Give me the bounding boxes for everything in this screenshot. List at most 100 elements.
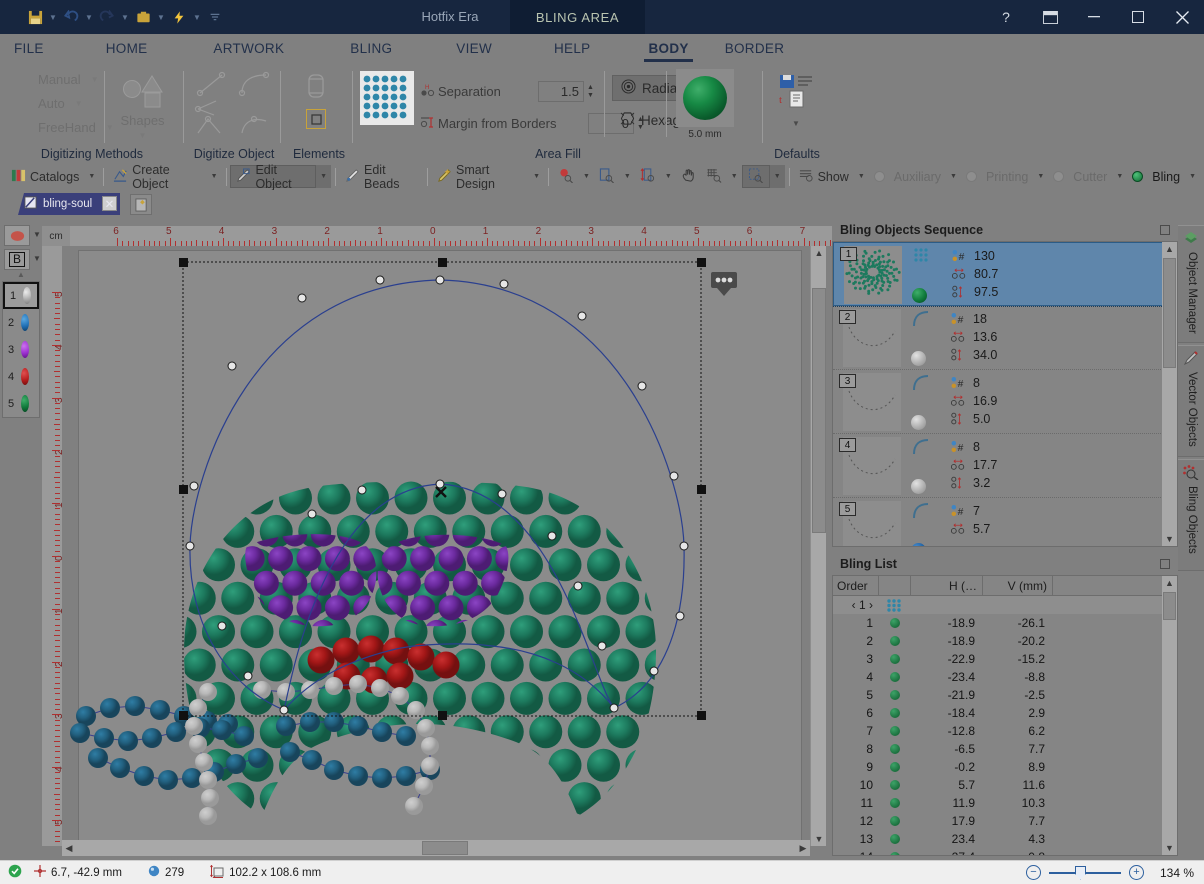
- path-node[interactable]: [297, 293, 307, 303]
- zoom-selection-caret-icon[interactable]: ▼: [769, 165, 785, 188]
- toolbar-pan[interactable]: [676, 165, 701, 188]
- toolbar-zoom-height[interactable]: [635, 165, 661, 188]
- bl-scroll-down-icon[interactable]: ▼: [1162, 841, 1177, 855]
- bead-row-5[interactable]: 5: [3, 390, 39, 417]
- path-node[interactable]: [217, 621, 227, 631]
- cutter-caret-icon[interactable]: ▼: [1112, 173, 1127, 180]
- column-v[interactable]: V (mm): [983, 576, 1053, 596]
- horizontal-scroll-thumb[interactable]: [422, 841, 468, 855]
- shapes-caret-icon[interactable]: ▼: [105, 131, 180, 140]
- show-caret-icon[interactable]: ▼: [854, 173, 869, 180]
- bling-list-scrollbar[interactable]: ▲ ▼: [1162, 576, 1177, 855]
- scroll-left-arrow-icon[interactable]: ◀: [62, 840, 76, 856]
- palette-scroll-up-icon[interactable]: ▲: [4, 270, 38, 280]
- defaults-caret-icon[interactable]: ▼: [792, 119, 800, 128]
- bling-objects-sequence-body[interactable]: 1 #130 80.7 97.5 2 #18 13.6 34.0 3 #8 16.9 5.0 4 #8 17…: [832, 241, 1178, 547]
- bead-row-3[interactable]: 3: [3, 336, 39, 363]
- redo-dropdown-caret[interactable]: ▼: [118, 5, 132, 29]
- save-icon[interactable]: [24, 5, 46, 29]
- bling-list-row[interactable]: 3 -22.9 -15.2: [833, 650, 1177, 668]
- tab-artwork[interactable]: ARTWORK: [197, 34, 300, 63]
- filter-bling[interactable]: Bling: [1127, 165, 1185, 188]
- column-bead[interactable]: [879, 576, 911, 596]
- path-node[interactable]: [357, 485, 367, 495]
- save-dropdown-caret[interactable]: ▼: [46, 5, 60, 29]
- bead-row-2[interactable]: 2: [3, 309, 39, 336]
- bead-preview-button[interactable]: [676, 69, 734, 127]
- toolbar-zoom-grid[interactable]: [701, 165, 727, 188]
- new-document-tab[interactable]: [130, 194, 152, 215]
- column-h[interactable]: H (…: [911, 576, 983, 596]
- scroll-up-arrow-icon[interactable]: ▲: [811, 246, 827, 260]
- bos-scroll-down-icon[interactable]: ▼: [1162, 532, 1177, 546]
- bling-list-row[interactable]: 6 -18.4 2.9: [833, 704, 1177, 722]
- undo-dropdown-caret[interactable]: ▼: [82, 5, 96, 29]
- path-node[interactable]: [243, 671, 253, 681]
- bos-scroll-thumb[interactable]: [1163, 258, 1176, 368]
- toolbar-catalogs[interactable]: Catalogs: [6, 165, 84, 188]
- path-node[interactable]: [499, 279, 509, 289]
- path-node[interactable]: [637, 381, 647, 391]
- path-node[interactable]: [279, 705, 289, 715]
- undo-icon[interactable]: [60, 5, 82, 29]
- bl-scroll-up-icon[interactable]: ▲: [1162, 576, 1177, 590]
- path-node[interactable]: [609, 703, 619, 713]
- manual-caret-icon[interactable]: ▼: [91, 75, 99, 84]
- zoom-page-caret-icon[interactable]: ▼: [620, 173, 635, 180]
- bos-scrollbar[interactable]: ▲ ▼: [1162, 242, 1177, 546]
- bling-list-row[interactable]: 4 -23.4 -8.8: [833, 668, 1177, 686]
- vertical-scroll-thumb[interactable]: [812, 288, 826, 533]
- auxiliary-caret-icon[interactable]: ▼: [946, 173, 961, 180]
- bling-list-row[interactable]: 2 -18.9 -20.2: [833, 632, 1177, 650]
- bling-list-row[interactable]: 1 -18.9 -26.1: [833, 614, 1177, 632]
- path-node[interactable]: [375, 275, 385, 285]
- customize-qat-icon[interactable]: [204, 5, 226, 29]
- bling-list-group-row[interactable]: ‹ 1 ›: [833, 596, 1177, 614]
- path-node[interactable]: [573, 581, 583, 591]
- scroll-down-arrow-icon[interactable]: ▼: [811, 832, 827, 846]
- digitize-object-icons[interactable]: [192, 71, 278, 142]
- bead-letter-button[interactable]: B: [4, 249, 30, 270]
- digitize-manual-button[interactable]: Manual ▼: [16, 71, 99, 87]
- toolbar-smart-design[interactable]: Smart Design: [432, 163, 529, 191]
- defaults-save-icon[interactable]: t: [778, 73, 818, 116]
- toolbar-edit-object[interactable]: Edit Object: [230, 163, 317, 191]
- bling-list-row[interactable]: 5 -21.9 -2.5: [833, 686, 1177, 704]
- path-node[interactable]: [679, 541, 689, 551]
- catalogs-caret-icon[interactable]: ▼: [84, 173, 99, 180]
- bling-list-row[interactable]: 10 5.7 11.6: [833, 776, 1177, 794]
- path-node[interactable]: [227, 361, 237, 371]
- bling-list-row[interactable]: 13 23.4 4.3: [833, 830, 1177, 848]
- separation-spinner[interactable]: ▲ ▼: [584, 81, 597, 102]
- path-node[interactable]: [669, 471, 679, 481]
- tab-bling[interactable]: BLING: [334, 34, 408, 63]
- printing-caret-icon[interactable]: ▼: [1033, 173, 1048, 180]
- path-node[interactable]: [435, 275, 445, 285]
- vertical-tab-object-manager[interactable]: Object Manager: [1178, 225, 1204, 343]
- path-node[interactable]: [675, 611, 685, 621]
- filter-auxiliary[interactable]: Auxiliary: [869, 165, 946, 188]
- bling-list-rows[interactable]: 1 -18.9 -26.1 2 -18.9 -20.2 3 -22.9 -15.2 4 -23.4 -…: [833, 614, 1177, 855]
- bling-list-row[interactable]: 8 -6.5 7.7: [833, 740, 1177, 758]
- bling-list-row[interactable]: 14 27.4-0.8: [833, 848, 1177, 855]
- group-nav-label[interactable]: ‹ 1 ›: [833, 598, 879, 612]
- bling-list-row[interactable]: 9 -0.2 8.9: [833, 758, 1177, 776]
- bling-list-row[interactable]: 12 17.9 7.7: [833, 812, 1177, 830]
- zoom-out-button[interactable]: −: [1026, 865, 1041, 880]
- zoom-in-button[interactable]: +: [1129, 865, 1144, 880]
- zoom-height-caret-icon[interactable]: ▼: [661, 173, 676, 180]
- column-order[interactable]: Order: [833, 576, 879, 596]
- bead-color-button[interactable]: [4, 225, 30, 246]
- element-filled-icon[interactable]: [306, 109, 326, 129]
- bling-object-row[interactable]: 1 #130 80.7 97.5: [833, 242, 1164, 307]
- tab-home[interactable]: HOME: [90, 34, 164, 63]
- path-node[interactable]: [597, 641, 607, 651]
- bead-pick-caret-icon[interactable]: ▼: [579, 173, 594, 180]
- bl-scroll-thumb[interactable]: [1163, 592, 1176, 620]
- toolbar-edit-beads[interactable]: Edit Beads: [340, 163, 423, 191]
- path-node[interactable]: [497, 489, 507, 499]
- bos-scroll-up-icon[interactable]: ▲: [1162, 242, 1177, 256]
- design-canvas[interactable]: [62, 246, 824, 846]
- vertical-tab-vector-objects[interactable]: Vector Objects: [1178, 345, 1204, 457]
- tab-help[interactable]: HELP: [538, 34, 606, 63]
